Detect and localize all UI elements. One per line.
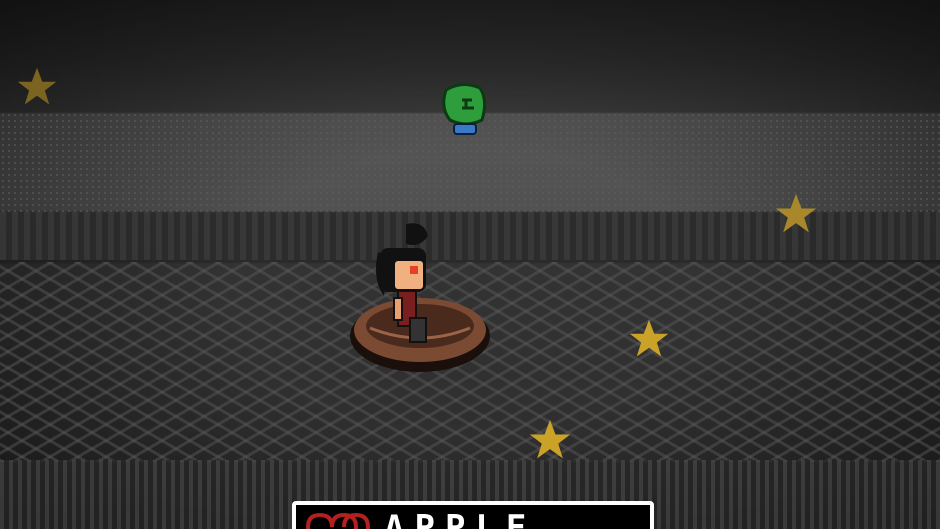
star-icon	[628, 318, 670, 360]
speaker-name: APPLE	[384, 508, 537, 529]
star-icon	[774, 192, 818, 236]
star-icon	[16, 66, 58, 108]
dialog-box[interactable]: APPLE	[292, 501, 654, 529]
star-icon	[528, 418, 572, 462]
game-scene: APPLE	[0, 0, 940, 529]
frog-icon[interactable]	[436, 80, 490, 144]
heart-icon	[305, 512, 378, 529]
boat-with-player	[350, 218, 492, 380]
